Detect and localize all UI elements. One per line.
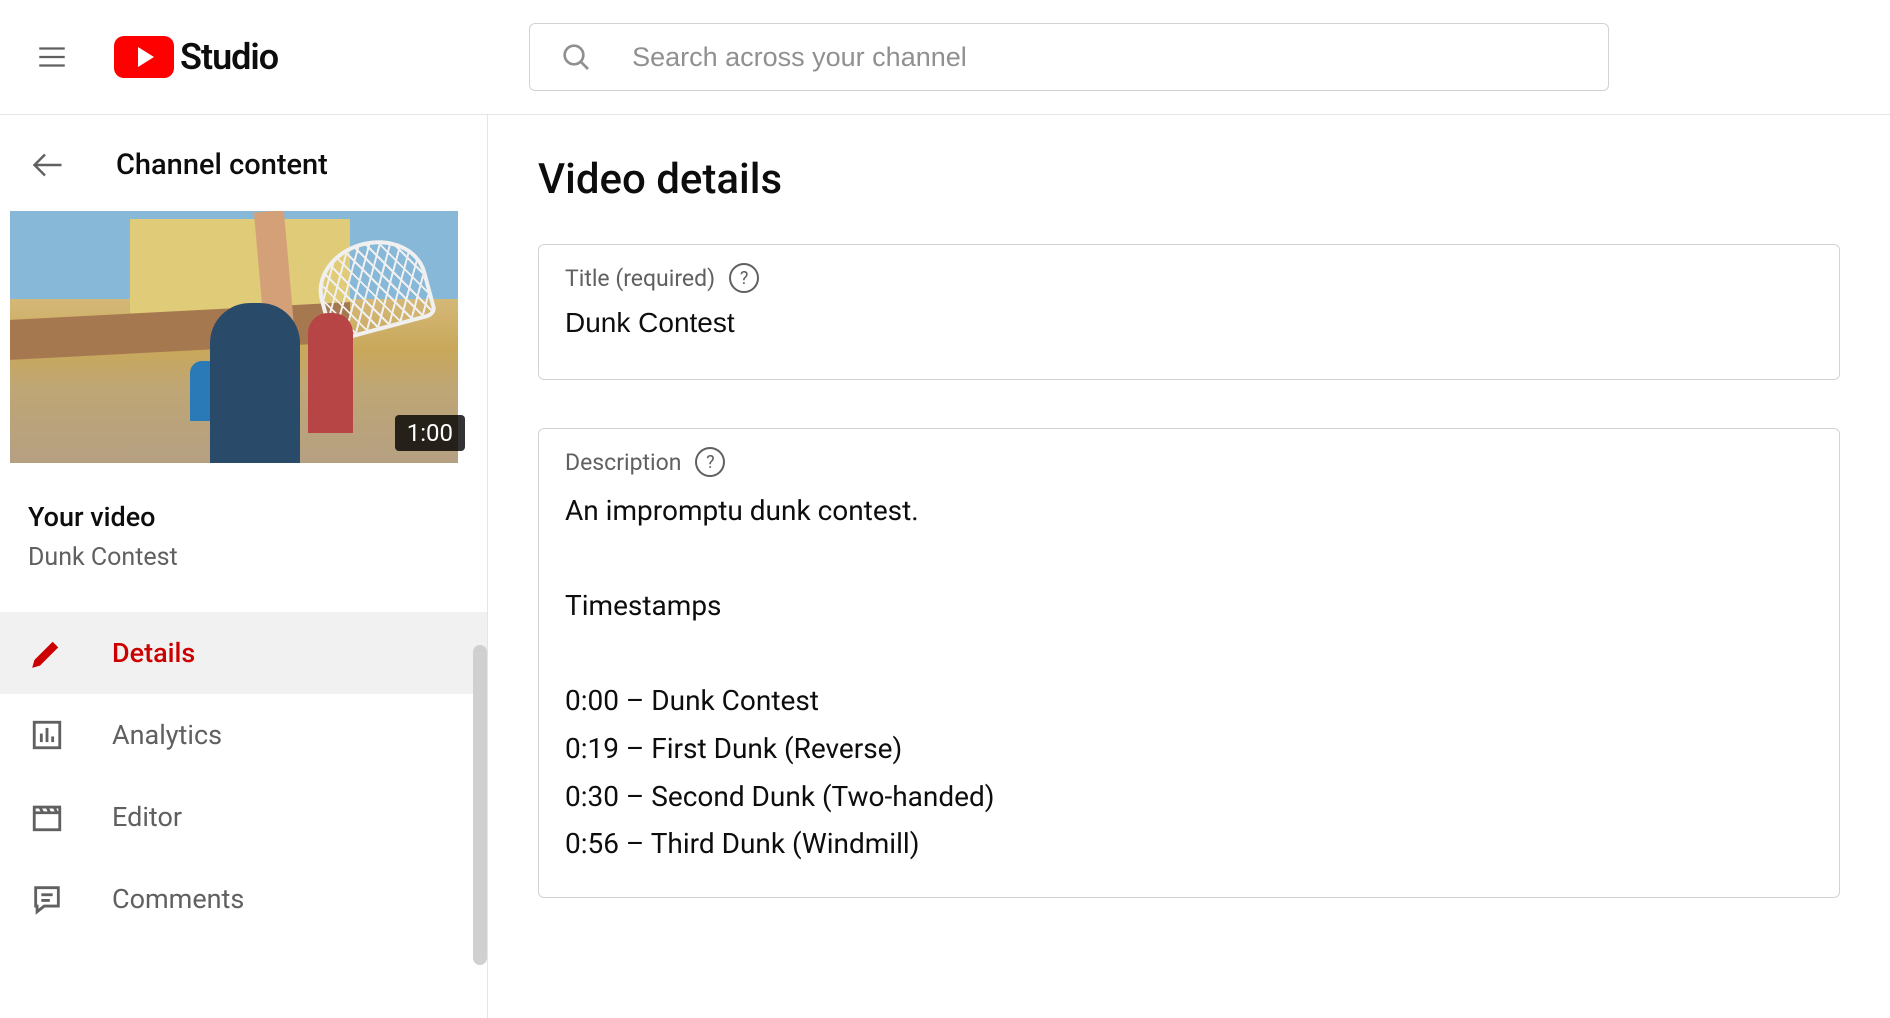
sidebar: Channel content 1:00 Your video Dunk Con… [0,115,488,1018]
title-field-label: Title (required) [565,265,715,292]
studio-logo[interactable]: Studio [114,36,278,78]
hamburger-icon [35,40,69,74]
page-title: Video details [538,155,1840,204]
back-button[interactable] [30,147,66,183]
channel-content-label: Channel content [116,148,328,182]
video-title-small: Dunk Contest [28,543,459,572]
video-thumbnail[interactable]: 1:00 [0,211,487,463]
your-video-block: Your video Dunk Contest [0,463,487,592]
nav-label: Analytics [112,719,222,751]
nav-item-details[interactable]: Details [0,612,487,694]
description-field[interactable]: Description ? [538,428,1840,898]
sidebar-scrollbar[interactable] [473,645,487,965]
nav-item-comments[interactable]: Comments [0,858,487,940]
search-wrap [278,23,1860,91]
sidebar-nav: Details Analytics Editor [0,612,487,940]
nav-item-analytics[interactable]: Analytics [0,694,487,776]
bar-chart-icon [30,718,64,752]
help-icon[interactable]: ? [729,263,759,293]
search-bar[interactable] [529,23,1609,91]
description-field-label: Description [565,449,681,476]
pencil-icon [30,636,64,670]
logo-text: Studio [180,36,278,78]
thumbnail-image [10,211,458,463]
arrow-left-icon [30,147,66,183]
clapperboard-icon [30,800,64,834]
nav-label: Editor [112,801,182,833]
hamburger-menu-button[interactable] [30,35,74,79]
nav-label: Details [112,637,195,669]
your-video-label: Your video [28,501,459,533]
help-icon[interactable]: ? [695,447,725,477]
nav-label: Comments [112,883,244,915]
app-header: Studio [0,0,1890,115]
sidebar-header: Channel content [0,115,487,211]
title-input[interactable] [565,303,1813,353]
comment-icon [30,882,64,916]
duration-badge: 1:00 [395,415,465,451]
main-content: Video details Title (required) ? Descrip… [488,115,1890,1018]
youtube-play-icon [114,36,174,78]
search-input[interactable] [632,42,1578,73]
title-field[interactable]: Title (required) ? [538,244,1840,380]
description-input[interactable] [565,487,1813,867]
search-icon [560,41,592,73]
nav-item-editor[interactable]: Editor [0,776,487,858]
